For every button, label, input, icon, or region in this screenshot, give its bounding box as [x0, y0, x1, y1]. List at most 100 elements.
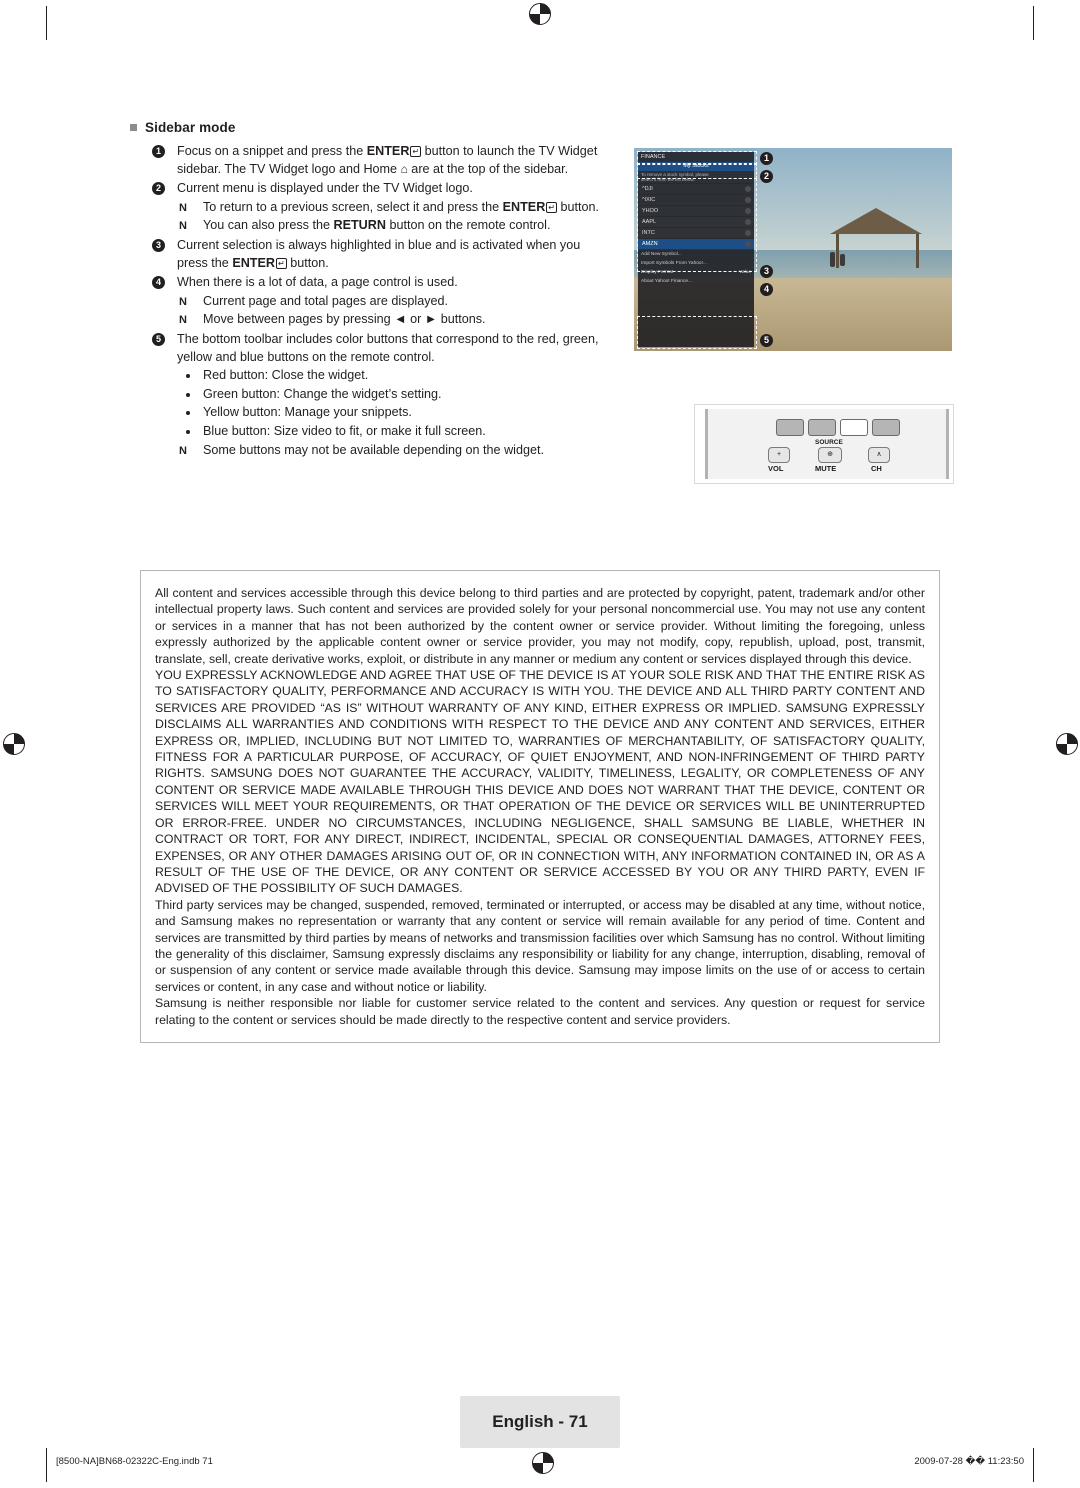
crop-mark-top-right	[1033, 6, 1034, 40]
person-figure	[840, 254, 845, 266]
person-figure	[830, 252, 835, 267]
sub-note-text-a: To return to a previous screen, select i…	[203, 199, 503, 214]
checkbox-icon[interactable]	[745, 197, 751, 203]
widget-sidebar: FINANCE My Stocks To remove a stock symb…	[638, 152, 754, 347]
page-label-text: English - 71	[492, 1412, 588, 1431]
channel-up-button[interactable]: ∧	[868, 447, 890, 463]
list-item: 2 Current menu is displayed under the TV…	[152, 180, 612, 235]
yellow-color-button[interactable]	[840, 419, 868, 436]
red-color-button[interactable]	[776, 419, 804, 436]
legal-paragraph: YOU EXPRESSLY ACKNOWLEDGE AND AGREE THAT…	[155, 668, 925, 896]
bullet-dot-icon	[186, 411, 190, 416]
widget-footer-item[interactable]: About Yahoo! Finance...	[638, 276, 754, 285]
widget-footer-label: Display Format	[641, 270, 674, 275]
widget-list-item-label: INTC	[642, 230, 655, 236]
widget-footer-label: Add New Symbol...	[641, 252, 682, 257]
legal-disclaimer-box: All content and services accessible thro…	[140, 570, 940, 1043]
instruction-list: 1 Focus on a snippet and press the ENTER…	[152, 143, 612, 461]
list-item: 5 The bottom toolbar includes color butt…	[152, 331, 612, 459]
blue-color-button[interactable]	[872, 419, 900, 436]
widget-footer-item[interactable]: Import Symbols From Yahoo!...	[638, 258, 754, 267]
green-color-button[interactable]	[808, 419, 836, 436]
checkbox-icon[interactable]	[745, 241, 751, 247]
sub-note-text-a: You can also press the	[203, 218, 334, 233]
bullet-dot-icon	[186, 392, 190, 397]
callout-marker-5: 5	[760, 334, 773, 347]
widget-list-item[interactable]: ^DJI	[638, 183, 754, 194]
checkbox-icon[interactable]	[745, 230, 751, 236]
note-icon: N	[179, 201, 187, 214]
step-text: The bottom toolbar includes color button…	[177, 331, 599, 364]
widget-list-item-label: AMZN	[642, 241, 658, 247]
bullet-item: Red button: Close the widget.	[177, 367, 612, 385]
enter-label: ENTER	[232, 255, 275, 270]
sub-note-text: Some buttons may not be available depend…	[203, 442, 544, 457]
widget-list-item[interactable]: INTC	[638, 227, 754, 238]
checkbox-icon[interactable]	[745, 186, 751, 192]
widget-note-line2: select it from the list below.	[641, 177, 695, 182]
step-number: 5	[152, 332, 165, 346]
sub-note-text: Current page and total pages are display…	[203, 293, 449, 308]
crop-mark-top-left	[46, 6, 47, 40]
beach-hut-post	[916, 234, 919, 268]
bullet-text: Blue button: Size video to fit, or make …	[203, 423, 486, 438]
enter-label: ENTER	[502, 199, 546, 214]
note-icon: N	[179, 220, 187, 233]
registration-mark-bottom	[532, 1452, 554, 1474]
checkbox-icon[interactable]	[745, 208, 751, 214]
sub-note: N Current page and total pages are displ…	[177, 293, 612, 311]
enter-key-icon: ↵	[276, 257, 287, 269]
crop-mark-bottom-right	[1033, 1448, 1034, 1482]
crop-mark-bottom-left	[46, 1448, 47, 1482]
bullet-item: Yellow button: Manage your snippets.	[177, 404, 612, 422]
bullet-dot-icon	[186, 429, 190, 434]
step-number: 3	[152, 238, 165, 252]
callout-marker-4: 4	[760, 283, 773, 296]
widget-footer-item[interactable]: Add New Symbol...	[638, 249, 754, 258]
bullet-square-icon	[130, 123, 137, 131]
widget-list-item[interactable]: ^IXIC	[638, 194, 754, 205]
sub-note: N You can also press the RETURN button o…	[177, 217, 612, 235]
section-heading: Sidebar mode	[130, 120, 235, 135]
legal-paragraph: Third party services may be changed, sus…	[155, 897, 925, 994]
step-text-b: button.	[286, 255, 329, 270]
widget-list-item-selected[interactable]: AMZN	[638, 238, 754, 249]
document-page: Sidebar mode 1 Focus on a snippet and pr…	[0, 0, 1080, 1488]
beach-hut-post	[836, 234, 839, 268]
widget-list-item[interactable]: AAPL	[638, 216, 754, 227]
ch-label: CH	[871, 464, 882, 473]
enter-key-icon: ↵	[410, 146, 422, 157]
widget-footer-value: Value	[739, 270, 751, 275]
step-text-a: Focus on a snippet and press the	[177, 144, 367, 158]
registration-mark-top	[529, 3, 551, 25]
bullet-dot-icon	[186, 374, 190, 379]
widget-title-bar: FINANCE	[638, 152, 754, 162]
callout-marker-3: 3	[760, 265, 773, 278]
widget-list-item-label: YHOO	[642, 208, 659, 214]
tv-widget-screenshot: FINANCE My Stocks To remove a stock symb…	[634, 148, 952, 351]
step-number: 4	[152, 276, 165, 290]
legal-paragraph: All content and services accessible thro…	[155, 586, 925, 666]
vol-label: VOL	[768, 464, 784, 473]
sub-note-text: Move between pages by pressing ◄ or ► bu…	[203, 312, 486, 327]
checkbox-icon[interactable]	[745, 219, 751, 225]
list-item: 4 When there is a lot of data, a page co…	[152, 274, 612, 329]
sub-note-text-b: button on the remote control.	[385, 218, 551, 233]
step-number: 1	[152, 145, 165, 158]
return-label: RETURN	[333, 218, 386, 233]
widget-list-item[interactable]: YHOO	[638, 205, 754, 216]
footer-timestamp: 2009-07-28 �� 11:23:50	[914, 1456, 1024, 1467]
list-item: 1 Focus on a snippet and press the ENTER…	[152, 143, 612, 178]
source-button[interactable]: ⊕	[818, 447, 842, 463]
plus-icon: +	[776, 451, 782, 458]
volume-up-button[interactable]: +	[768, 447, 790, 463]
widget-footer-item[interactable]: Value Display Format	[638, 267, 754, 276]
widget-list-item-label: ^IXIC	[642, 197, 656, 203]
note-icon: N	[179, 314, 187, 327]
sub-note-text-b: button.	[557, 199, 600, 214]
mute-label: MUTE	[815, 464, 837, 473]
step-number: 2	[152, 182, 165, 196]
widget-footer-label: About Yahoo! Finance...	[641, 279, 693, 284]
widget-list-item-label: AAPL	[642, 219, 657, 225]
registration-mark-left	[3, 733, 25, 755]
